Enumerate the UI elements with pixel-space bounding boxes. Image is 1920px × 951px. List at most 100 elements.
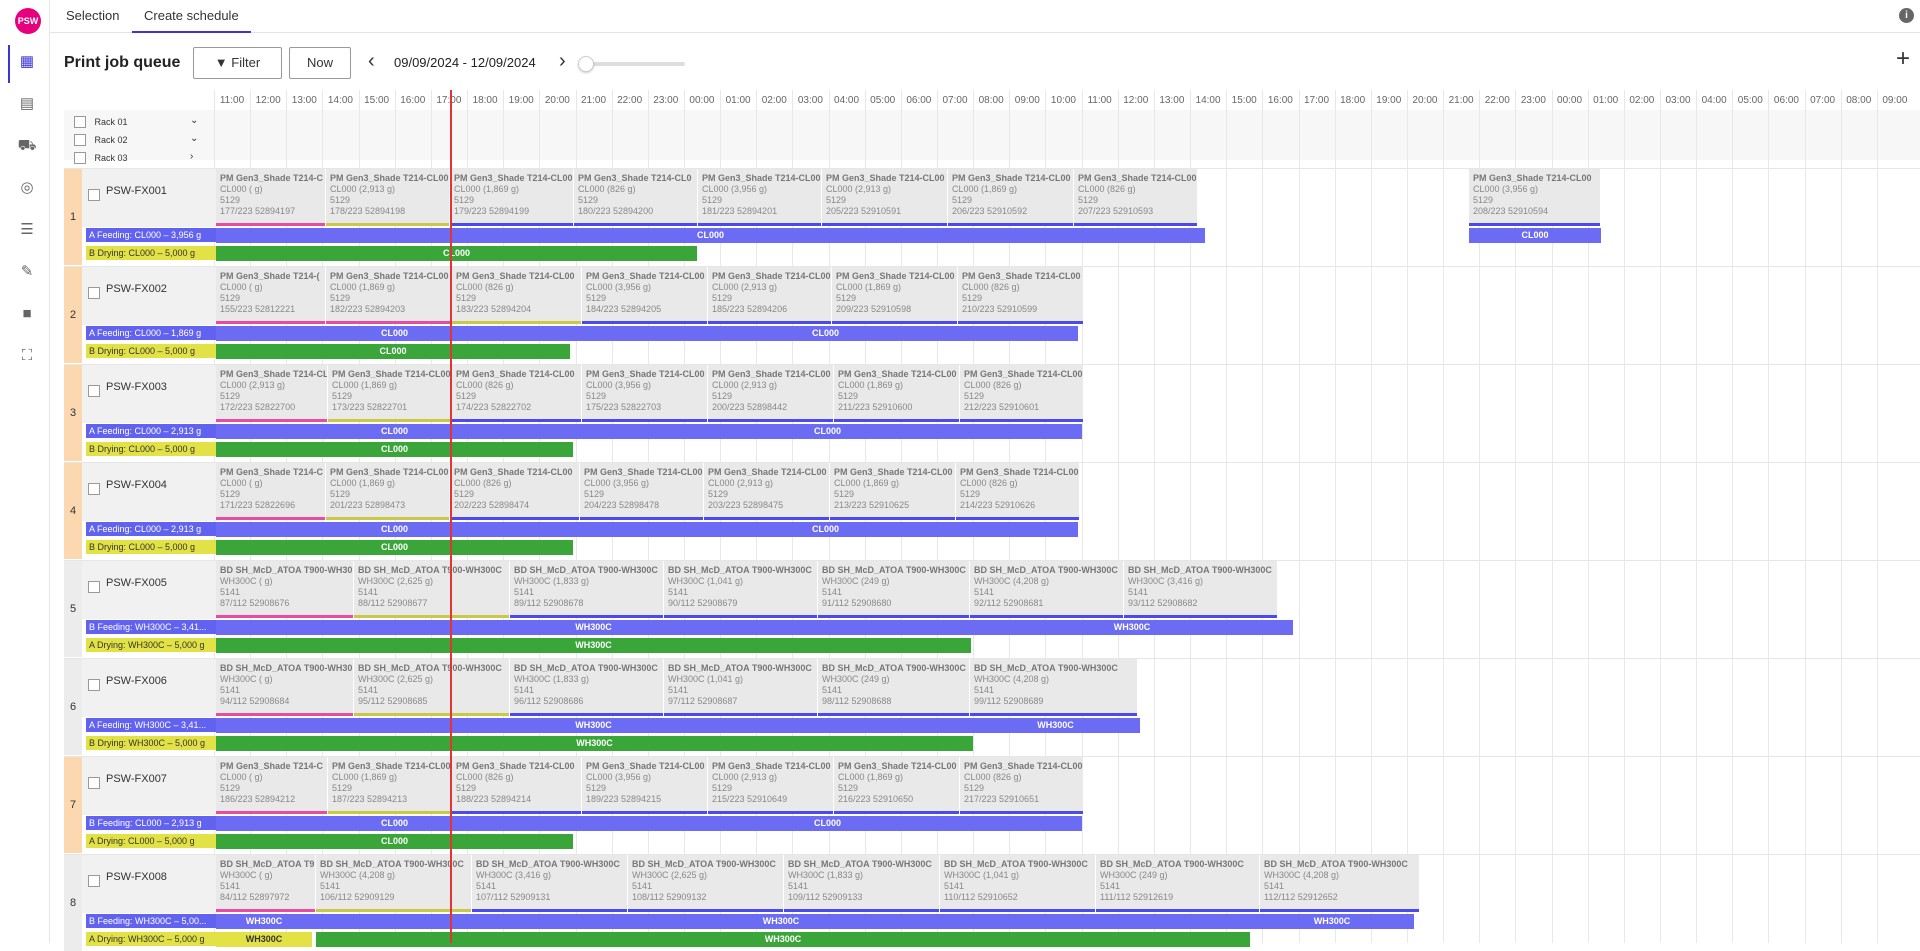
print-job-card[interactable]: PM Gen3_Shade T214-CL00 CL000 (1,869 g) 51… bbox=[326, 463, 450, 520]
tab-selection[interactable]: Selection bbox=[54, 0, 131, 33]
print-job-card[interactable]: PM Gen3_Shade T214-CL00 CL000 (826 g) 5129… bbox=[960, 757, 1084, 814]
print-job-card[interactable]: PM Gen3_Shade T214-CL00 CL000 (2,913 g) 51… bbox=[708, 757, 834, 814]
print-job-card[interactable]: PM Gen3_Shade T214-CL00 CL000 (1,869 g) 51… bbox=[834, 365, 960, 422]
print-job-card[interactable]: PM Gen3_Shade T214-CL00 CL000 (3,956 g) 51… bbox=[582, 267, 708, 324]
feeding-bar[interactable]: WH300C bbox=[216, 914, 312, 929]
wrench-icon[interactable]: ✎ bbox=[14, 260, 40, 284]
drying-bar[interactable]: CL000 bbox=[216, 442, 573, 457]
print-job-card[interactable]: BD SH_McD_ATOA T900-WH300C WH300C (2,625 … bbox=[628, 855, 784, 912]
rack-item-03[interactable]: Rack 03 bbox=[74, 152, 128, 169]
print-job-card[interactable]: PM Gen3_Shade T214-CL00 CL000 (826 g) 5129… bbox=[960, 365, 1084, 422]
drying-bar[interactable]: CL000 bbox=[216, 246, 697, 261]
print-job-card[interactable]: PM Gen3_Shade T214-C CL000 ( g) 5129 186/22… bbox=[216, 757, 328, 814]
machine-checkbox[interactable] bbox=[88, 581, 100, 593]
print-job-card[interactable]: PM Gen3_Shade T214-CL00 CL000 (1,869 g) 51… bbox=[832, 267, 958, 324]
print-job-card[interactable]: PM Gen3_Shade T214-CL0 CL000 (826 g) 5129 1… bbox=[574, 169, 698, 226]
rack-item-02[interactable]: Rack 02 bbox=[74, 134, 128, 151]
rack-checkbox[interactable] bbox=[74, 134, 86, 146]
print-job-card[interactable]: PM Gen3_Shade T214-CL00 CL000 (826 g) 5129… bbox=[1074, 169, 1198, 226]
feeding-bar[interactable]: CL000 bbox=[573, 522, 1078, 537]
chevron-down-icon[interactable]: ⌄ bbox=[190, 115, 198, 126]
print-job-card[interactable]: BD SH_McD_ATOA T900-WH30 WH300C ( g) 5141 9… bbox=[216, 659, 354, 716]
target-icon[interactable]: ◎ bbox=[14, 176, 40, 200]
print-job-card[interactable]: BD SH_McD_ATOA T900-WH300C WH300C (4,208 … bbox=[316, 855, 472, 912]
print-job-card[interactable]: PM Gen3_Shade T214-CL00 CL000 (2,913 g) 51… bbox=[708, 365, 834, 422]
print-job-card[interactable]: PM Gen3_Shade T214-CL00 CL000 (826 g) 5129… bbox=[450, 463, 580, 520]
print-job-card[interactable]: BD SH_McD_ATOA T900-WH300C WH300C (249 g)… bbox=[818, 561, 970, 618]
print-job-card[interactable]: PM Gen3_Shade T214-CL00 CL000 (3,956 g) 51… bbox=[698, 169, 822, 226]
print-job-card[interactable]: BD SH_McD_ATOA T9 WH300C ( g) 5141 84/112 5… bbox=[216, 855, 316, 912]
feeding-bar[interactable]: CL000 bbox=[216, 816, 573, 831]
drying-bar[interactable]: WH300C bbox=[216, 638, 971, 653]
feeding-bar[interactable]: CL000 bbox=[573, 816, 1082, 831]
feeding-bar[interactable]: CL000 bbox=[216, 424, 573, 439]
print-job-card[interactable]: BD SH_McD_ATOA T900-WH300C WH300C (4,208 … bbox=[1260, 855, 1420, 912]
print-job-card[interactable]: BD SH_McD_ATOA T900-WH30 WH300C ( g) 5141 8… bbox=[216, 561, 354, 618]
filter-button[interactable]: ▼ Filter bbox=[193, 47, 282, 79]
prev-arrow-icon[interactable]: ‹ bbox=[368, 51, 375, 71]
print-job-card[interactable]: PM Gen3_Shade T214-CL00 CL000 (1,869 g) 51… bbox=[830, 463, 956, 520]
print-job-card[interactable]: PM Gen3_Shade T214-CL00 CL000 (826 g) 5129… bbox=[956, 463, 1080, 520]
print-job-card[interactable]: BD SH_McD_ATOA T900-WH300C WH300C (1,041 … bbox=[940, 855, 1096, 912]
print-job-card[interactable]: BD SH_McD_ATOA T900-WH300C WH300C (4,208 … bbox=[970, 659, 1138, 716]
machine-checkbox[interactable] bbox=[88, 189, 100, 201]
scan-icon[interactable]: ⛶ bbox=[14, 344, 40, 368]
print-job-card[interactable]: BD SH_McD_ATOA T900-WH300C WH300C (4,208 … bbox=[970, 561, 1124, 618]
drying-bar[interactable]: WH300C bbox=[216, 736, 973, 751]
drying-bar[interactable]: WH300C bbox=[216, 932, 312, 947]
print-job-card[interactable]: PM Gen3_Shade T214-CL00 CL000 (826 g) 5129… bbox=[452, 757, 582, 814]
rack-checkbox[interactable] bbox=[74, 152, 86, 164]
list-icon[interactable]: ☰ bbox=[14, 218, 40, 242]
print-job-card[interactable]: BD SH_McD_ATOA T900-WH300C WH300C (3,416 … bbox=[1124, 561, 1278, 618]
print-job-card[interactable]: PM Gen3_Shade T214-CL00 CL000 (3,956 g) 51… bbox=[580, 463, 704, 520]
tab-create-schedule[interactable]: Create schedule bbox=[132, 0, 251, 33]
feeding-bar[interactable]: CL000 bbox=[216, 522, 573, 537]
print-job-card[interactable]: BD SH_McD_ATOA T900-WH300C WH300C (249 g)… bbox=[818, 659, 970, 716]
drying-bar[interactable]: CL000 bbox=[216, 344, 570, 359]
print-job-card[interactable]: PM Gen3_Shade T214-CL00 CL000 (2,913 g) 51… bbox=[704, 463, 830, 520]
feeding-bar[interactable]: CL000 bbox=[216, 228, 1205, 243]
print-job-card[interactable]: PM Gen3_Shade T214-CL00 CL000 (3,956 g) 51… bbox=[582, 365, 708, 422]
calendar-icon[interactable]: ▦ bbox=[14, 50, 40, 74]
feeding-bar[interactable]: CL000 bbox=[573, 326, 1078, 341]
print-job-card[interactable]: PM Gen3_Shade T214-(CL000 ( g) 5129 155/22… bbox=[216, 267, 326, 324]
print-job-card[interactable]: PM Gen3_Shade T214-CL00 CL000 (1,869 g) 51… bbox=[450, 169, 574, 226]
feeding-bar[interactable]: WH300C bbox=[971, 620, 1293, 635]
machine-checkbox[interactable] bbox=[88, 679, 100, 691]
print-job-card[interactable]: BD SH_McD_ATOA T900-WH300C WH300C (1,041 … bbox=[664, 659, 818, 716]
print-job-card[interactable]: PM Gen3_Shade T214-C CL000 ( g) 5129 171/22… bbox=[216, 463, 326, 520]
rack-item-01[interactable]: Rack 01 bbox=[74, 116, 128, 133]
print-job-card[interactable]: BD SH_McD_ATOA T900-WH300C WH300C (3,416 … bbox=[472, 855, 628, 912]
print-job-card[interactable]: PM Gen3_Shade T214-CL00 CL000 (826 g) 5129… bbox=[452, 365, 582, 422]
feeding-bar[interactable]: WH300C bbox=[216, 718, 971, 733]
print-job-card[interactable]: PM Gen3_Shade T214-CL00 CL000 (3,956 g) 51… bbox=[582, 757, 708, 814]
print-job-card[interactable]: PM Gen3_Shade T214-CL00 CL000 (1,869 g) 51… bbox=[328, 757, 452, 814]
feeding-bar[interactable]: CL000 bbox=[573, 424, 1082, 439]
drying-bar[interactable]: CL000 bbox=[216, 540, 573, 555]
now-button[interactable]: Now bbox=[289, 47, 351, 79]
print-job-card[interactable]: PM Gen3_Shade T214-CL00 CL000 (1,869 g) 51… bbox=[328, 365, 452, 422]
print-job-card[interactable]: BD SH_McD_ATOA T900-WH300C WH300C (2,625 … bbox=[354, 659, 510, 716]
print-job-card[interactable]: PM Gen3_Shade T214-CL CL000 (2,913 g) 5129… bbox=[216, 365, 328, 422]
add-icon[interactable]: + bbox=[1896, 47, 1910, 71]
clipboard-icon[interactable]: ▤ bbox=[14, 92, 40, 116]
print-job-card[interactable]: PM Gen3_Shade T214-C CL000 ( g) 5129 177/22… bbox=[216, 169, 326, 226]
print-job-card[interactable]: PM Gen3_Shade T214-CL00 CL000 (3,956 g) 51… bbox=[1469, 169, 1601, 226]
machine-checkbox[interactable] bbox=[88, 875, 100, 887]
drying-bar[interactable]: CL000 bbox=[216, 834, 573, 849]
next-arrow-icon[interactable]: › bbox=[559, 51, 566, 71]
drying-bar[interactable]: WH300C bbox=[316, 932, 1250, 947]
rack-checkbox[interactable] bbox=[74, 116, 86, 128]
feeding-bar[interactable]: WH300C bbox=[1250, 914, 1414, 929]
machine-checkbox[interactable] bbox=[88, 287, 100, 299]
zoom-slider-thumb[interactable] bbox=[578, 56, 594, 72]
print-job-card[interactable]: PM Gen3_Shade T214-CL00 CL000 (1,869 g) 51… bbox=[948, 169, 1074, 226]
print-job-card[interactable]: BD SH_McD_ATOA T900-WH300C WH300C (1,833 … bbox=[784, 855, 940, 912]
print-job-card[interactable]: PM Gen3_Shade T214-CL00 CL000 (2,913 g) 51… bbox=[822, 169, 948, 226]
print-job-card[interactable]: PM Gen3_Shade T214-CL00 CL000 (2,913 g) 51… bbox=[708, 267, 832, 324]
zoom-slider-track[interactable] bbox=[585, 62, 685, 66]
app-logo[interactable]: PSW bbox=[15, 8, 41, 34]
lock-icon[interactable]: ■ bbox=[14, 302, 40, 326]
print-job-card[interactable]: BD SH_McD_ATOA T900-WH300C WH300C (1,833 … bbox=[510, 659, 664, 716]
feeding-bar[interactable]: CL000 bbox=[1469, 228, 1601, 243]
